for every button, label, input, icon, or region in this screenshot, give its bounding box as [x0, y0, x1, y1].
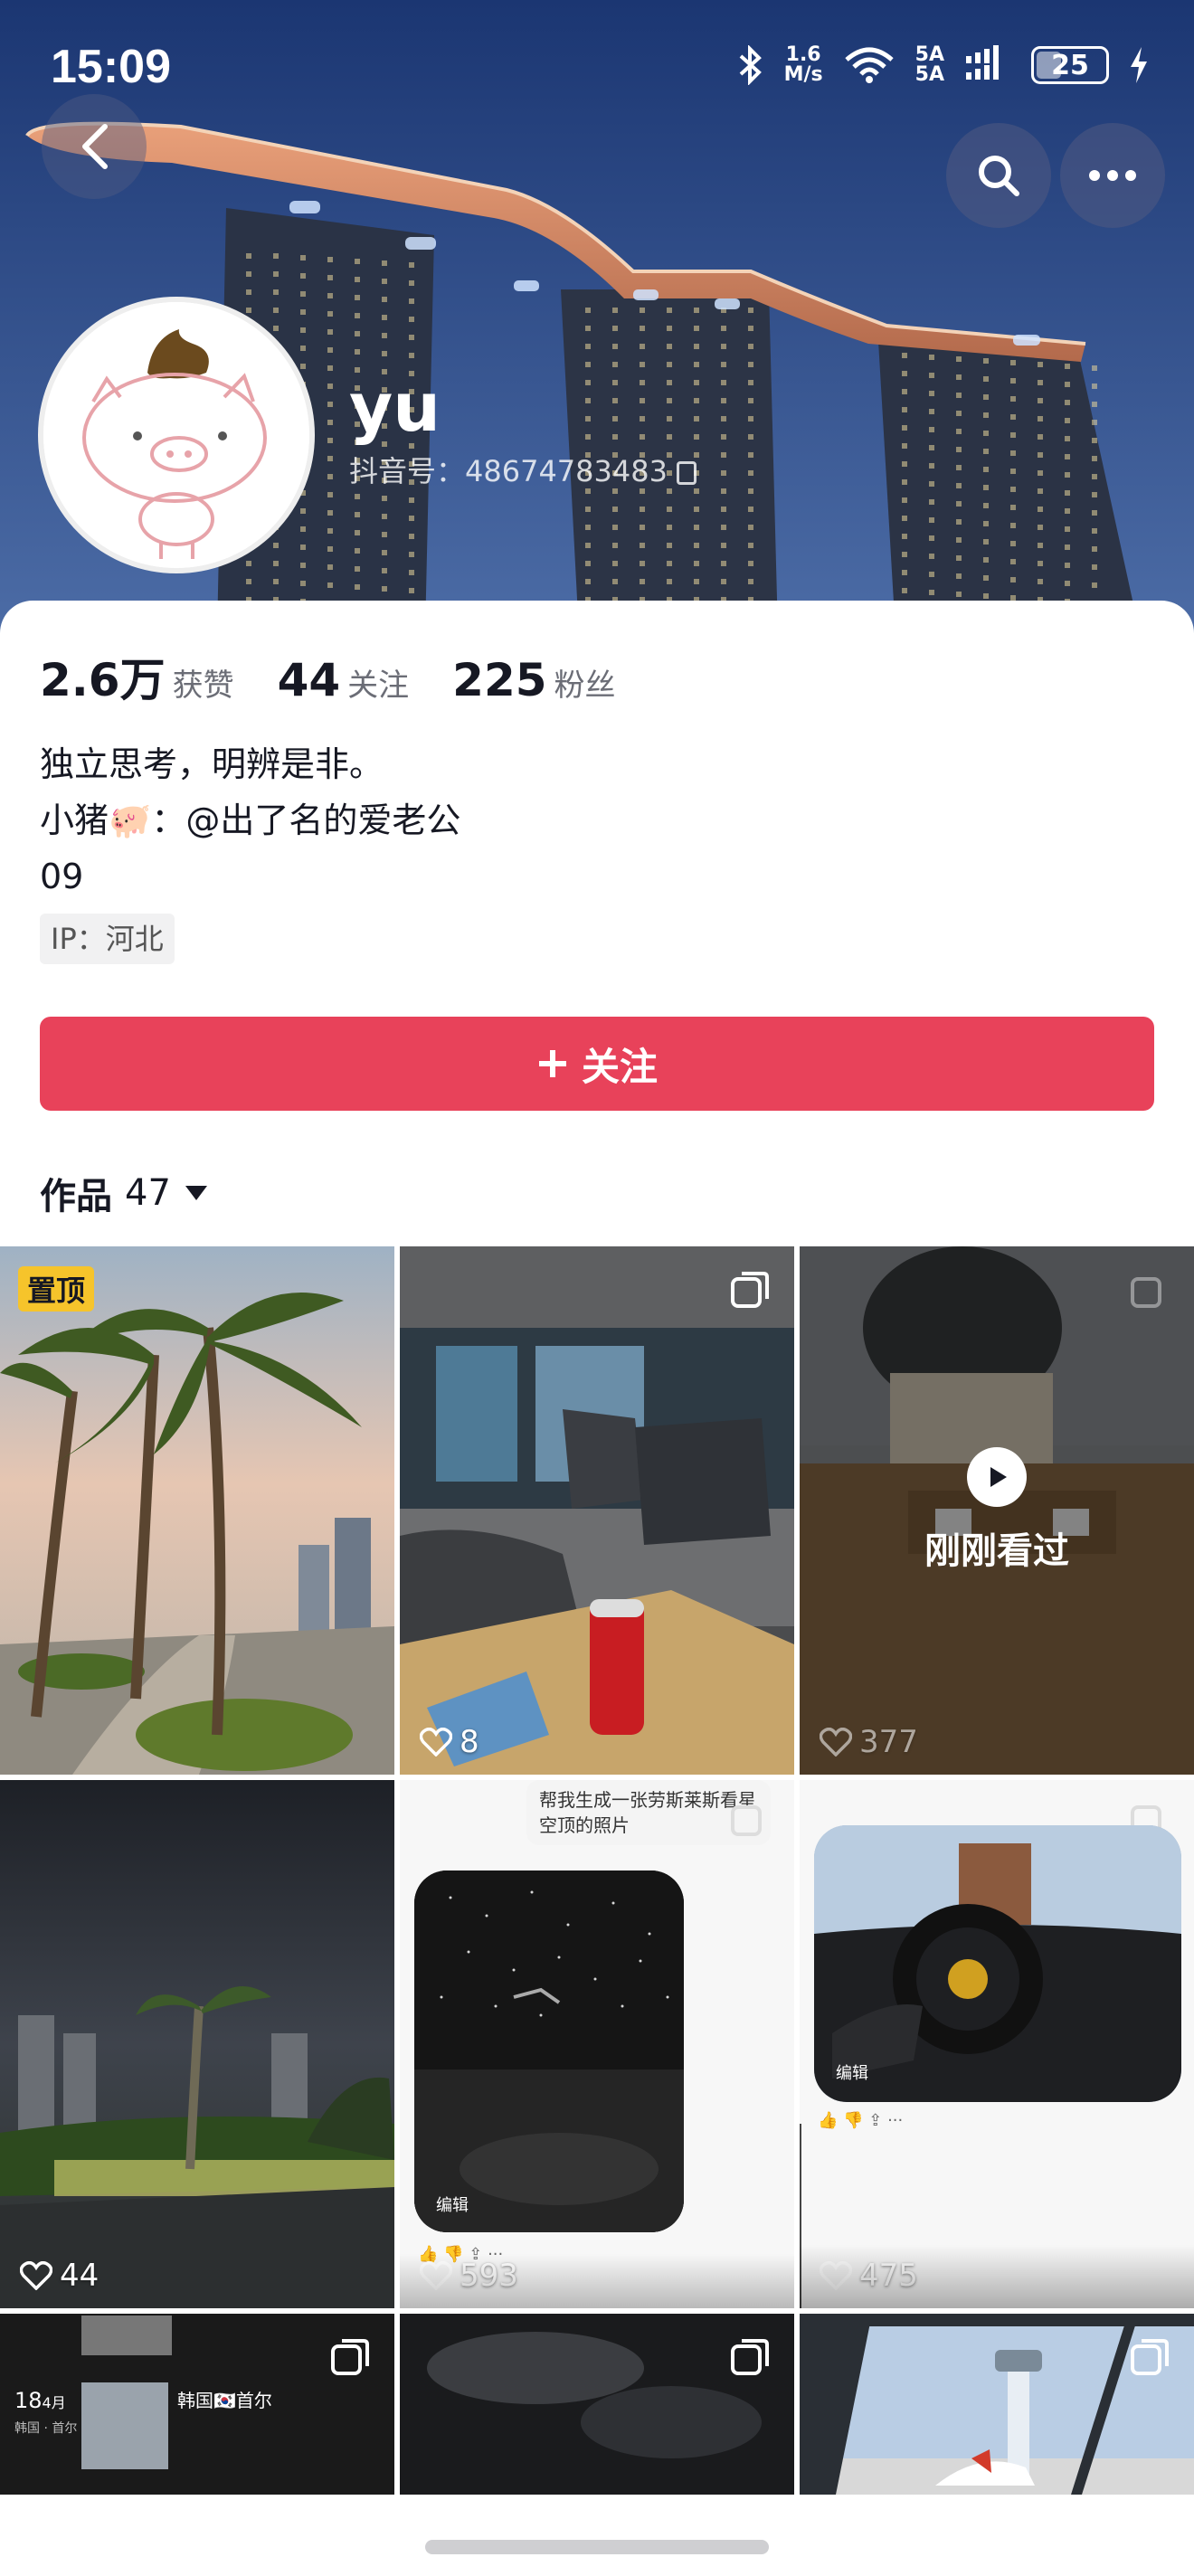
starlight-photo	[414, 1870, 684, 2232]
works-label: 作品	[40, 1176, 112, 1217]
multi-image-icon	[731, 1805, 762, 1836]
follow-label: 关注	[581, 1044, 658, 1089]
more-icon	[1089, 170, 1136, 181]
multi-image-icon	[1131, 1277, 1161, 1308]
edit-label: 编辑	[436, 2196, 469, 2215]
net-speed-unit: M/s	[783, 63, 823, 86]
plus-icon	[538, 1050, 566, 1077]
play-button[interactable]	[967, 1447, 1027, 1507]
pig-avatar-icon	[43, 302, 309, 568]
like-count-value: 8	[460, 1724, 479, 1760]
search-button[interactable]	[946, 123, 1051, 228]
bluetooth-icon	[739, 45, 762, 85]
more-button[interactable]	[1060, 123, 1165, 228]
stat-likes-value: 2.6万	[40, 654, 166, 706]
back-button[interactable]	[25, 94, 147, 226]
search-icon	[979, 156, 1019, 196]
heart-icon	[20, 2261, 52, 2290]
lounge-coke-photo	[400, 1246, 794, 1775]
bio-line-1: 独立思考，明辨是非。	[40, 744, 384, 784]
status-time: 15:09	[51, 41, 171, 93]
sim1-label: 5A	[914, 43, 944, 66]
signal-icon	[966, 45, 999, 80]
avatar[interactable]	[38, 297, 315, 573]
post-actions-row: 👍 👎 ⇪ ···	[818, 2111, 904, 2130]
post-location: 韩国 · 首尔	[14, 2421, 78, 2436]
stat-following[interactable]: 44 关注	[278, 654, 410, 706]
multi-image-icon	[731, 1272, 769, 1308]
grid-item[interactable]	[800, 2314, 1194, 2495]
douyin-id-text: 抖音号：48674783483	[349, 454, 668, 488]
cover-image: 15:09 1.6 M/s 5A 5A 25 yu 抖音号：4867478348…	[0, 0, 1194, 633]
night-park-photo	[0, 1780, 394, 2308]
grid-item[interactable]	[400, 2314, 794, 2495]
stat-following-label: 关注	[347, 668, 410, 704]
bio-line-3: 09	[40, 857, 84, 896]
heart-icon	[420, 1728, 452, 1757]
sim2-label: 5A	[914, 63, 944, 86]
heart-icon	[820, 1728, 852, 1757]
bio: 独立思考，明辨是非。 小猪🐖：@出了名的爱老公 09	[40, 736, 460, 904]
post-date-day: 18	[14, 2388, 43, 2413]
grid-item[interactable]: 44	[0, 1780, 394, 2308]
car-interior-photo	[814, 1825, 1181, 2102]
stat-likes[interactable]: 2.6万 获赞	[40, 644, 234, 709]
stat-following-value: 44	[277, 654, 341, 706]
play-icon	[990, 1467, 1007, 1487]
grid-item[interactable]: 刚刚看过 377	[800, 1246, 1194, 1775]
profile-stats: 2.6万 获赞 44 关注 225 粉丝	[40, 644, 659, 709]
status-bar: 15:09 1.6 M/s 5A 5A 25	[0, 0, 1194, 136]
ferrari-interior-image: 编辑	[814, 1825, 1181, 2102]
grid-item[interactable]: 编辑 👍 👎 ⇪ ··· 475	[800, 1780, 1194, 2308]
palm-street-photo	[0, 1246, 394, 1775]
multi-image-icon	[1131, 2339, 1169, 2375]
like-count: 377	[820, 1724, 918, 1760]
stat-followers-value: 225	[452, 654, 547, 706]
multi-image-icon	[731, 2339, 769, 2375]
stat-likes-label: 获赞	[172, 668, 234, 704]
net-speed: 1.6 M/s	[784, 45, 823, 85]
works-count: 47	[125, 1172, 171, 1214]
multi-image-icon	[331, 2339, 369, 2375]
like-count-value: 377	[859, 1724, 918, 1760]
grid-item[interactable]: 184月 韩国 · 首尔 韩国🇰🇷首尔	[0, 2314, 394, 2495]
net-speed-value: 1.6	[785, 43, 821, 66]
post-title: 韩国🇰🇷首尔	[177, 2390, 272, 2411]
grid-item[interactable]: 8	[400, 1246, 794, 1775]
battery-level: 25	[1051, 49, 1089, 81]
just-watched-overlay: 刚刚看过	[800, 1246, 1194, 1775]
sim-labels: 5A 5A	[915, 45, 944, 85]
like-count: 8	[420, 1724, 479, 1760]
wifi-icon	[845, 47, 894, 83]
battery-indicator: 25	[1031, 46, 1109, 84]
edit-label: 编辑	[836, 2064, 868, 2083]
bio-line-2[interactable]: 小猪🐖：@出了名的爱老公	[40, 792, 460, 848]
like-count-value: 44	[60, 2258, 100, 2294]
caret-down-icon	[185, 1186, 207, 1200]
works-tab[interactable]: 作品 47	[40, 1167, 209, 1219]
just-watched-label: 刚刚看过	[924, 1530, 1069, 1572]
post-date: 184月	[14, 2388, 66, 2413]
like-count: 44	[20, 2258, 99, 2294]
follow-button[interactable]: 关注	[40, 1017, 1154, 1111]
pinned-badge: 置顶	[18, 1266, 95, 1312]
post-date-month: 4月	[42, 2394, 66, 2411]
ip-location-tag: IP：河北	[40, 914, 175, 964]
grid-item[interactable]: 置顶	[0, 1246, 394, 1775]
copy-icon[interactable]	[677, 461, 697, 485]
douyin-id[interactable]: 抖音号：48674783483	[349, 449, 697, 490]
stat-followers[interactable]: 225 粉丝	[452, 654, 615, 706]
charging-icon	[1131, 47, 1147, 83]
chevron-left-icon	[82, 124, 108, 169]
starlight-roof-image: 编辑	[414, 1870, 684, 2232]
profile-page: 15:09 1.6 M/s 5A 5A 25 yu 抖音号：4867478348…	[0, 0, 1194, 2576]
stat-followers-label: 粉丝	[554, 668, 616, 704]
username: yu	[349, 369, 441, 447]
home-indicator[interactable]	[425, 2540, 769, 2554]
grid-item[interactable]: 帮我生成一张劳斯莱斯看星空顶的照片 编辑 👍 👎 ⇪ ···	[400, 1780, 794, 2308]
